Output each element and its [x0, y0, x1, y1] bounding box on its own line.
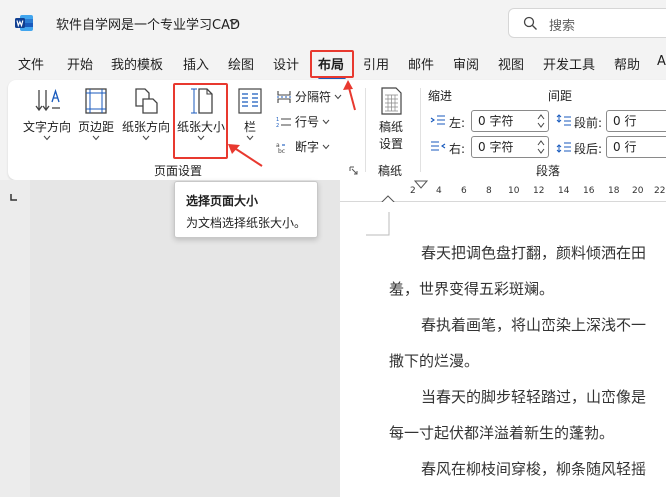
page-corner-mark	[366, 212, 390, 236]
document-area: 2 4 6 8 10 12 14 16 18 20 22 春天把调色盘打翻，颜料…	[0, 180, 666, 497]
tooltip-description: 为文档选择纸张大小。	[186, 216, 307, 230]
paragraph-line: 羞，世界变得五彩斑斓。	[389, 280, 555, 298]
ruler-label: 18	[608, 186, 620, 196]
ruler-label: 14	[558, 186, 570, 196]
ruler-label: 10	[508, 186, 520, 196]
paragraph-line: 撒下的烂漫。	[389, 352, 480, 370]
ruler-label: 4	[436, 186, 442, 196]
ruler-label: 2	[410, 186, 416, 196]
tooltip-title: 选择页面大小	[186, 194, 259, 208]
indent-marker-icon[interactable]	[414, 180, 428, 192]
size-tooltip: 选择页面大小 为文档选择纸张大小。	[174, 181, 318, 238]
ruler-label: 6	[461, 186, 467, 196]
vertical-ruler	[0, 180, 30, 497]
ruler-label: 16	[583, 186, 595, 196]
paragraph-line: 当春天的脚步轻轻踏过，山峦像是	[421, 388, 647, 406]
paragraph-line: 春天把调色盘打翻，颜料倾洒在田	[421, 244, 647, 262]
paragraph-line: 春风在柳枝间穿梭，柳条随风轻摇	[421, 460, 647, 478]
ruler-label: 12	[533, 186, 545, 196]
tab-stop-icon[interactable]	[10, 193, 18, 201]
paragraph-line: 春执着画笔，将山峦染上深浅不一	[421, 316, 647, 334]
ruler-label: 20	[632, 186, 644, 196]
ruler-label: 22	[654, 186, 666, 196]
ruler-label: 8	[486, 186, 492, 196]
document-page[interactable]: 春天把调色盘打翻，颜料倾洒在田 羞，世界变得五彩斑斓。 春执着画笔，将山峦染上深…	[340, 202, 666, 497]
paragraph-line: 每一寸起伏都洋溢着新生的蓬勃。	[389, 424, 615, 442]
